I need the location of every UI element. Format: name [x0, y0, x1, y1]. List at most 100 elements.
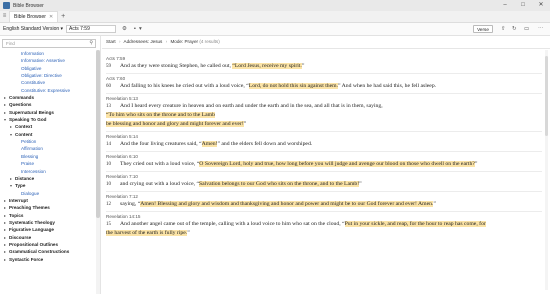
sidebar-item[interactable]: Praise: [0, 160, 97, 167]
sidebar-item[interactable]: Dialogue: [0, 190, 97, 197]
find-input[interactable]: Find ⚲: [2, 39, 96, 48]
sidebar-item-label: Blessing: [21, 153, 39, 159]
verse-text: fell down and worshiped.: [254, 141, 313, 147]
sidebar-item-label: Praise: [21, 161, 35, 167]
sidebar-item[interactable]: Informative: Assertive: [0, 57, 97, 64]
verse-text: And I heard: [120, 103, 149, 109]
sidebar-item[interactable]: Intercession: [0, 168, 97, 175]
verse-button[interactable]: Verse: [473, 25, 493, 33]
more-icon[interactable]: ⋯: [538, 25, 544, 33]
sidebar-item[interactable]: Affirmation: [0, 145, 97, 152]
sidebar-item[interactable]: ▸ Preaching Themes: [0, 204, 97, 211]
verse-number: 12: [106, 202, 111, 207]
history-icon[interactable]: ↻: [512, 25, 517, 33]
verse-number: 10: [106, 162, 111, 167]
sidebar-item-label: Dialogue: [21, 190, 40, 196]
sidebar-item[interactable]: ▸ Discourse: [0, 234, 97, 241]
sidebar-item-label: Supernatural Beings: [9, 109, 54, 115]
sidebar-item[interactable]: ▸ Grammatical Constructions: [0, 248, 97, 255]
main-scrollbar[interactable]: [545, 50, 548, 290]
verse-text: saying, “: [120, 201, 141, 207]
app-window: Bible Browser – □ ✕ ≡ Bible Browser ✕ + …: [0, 0, 550, 294]
sidebar-item-label: Intercession: [21, 168, 46, 174]
verse-text: ” And when he had said this,: [338, 83, 405, 89]
minimize-icon[interactable]: –: [496, 0, 514, 11]
maximize-icon[interactable]: □: [514, 0, 532, 11]
sidebar-item[interactable]: ▸ Figurative Language: [0, 226, 97, 233]
sidebar-item[interactable]: Obligative: Directive: [0, 72, 97, 79]
tab-label: Bible Browser: [14, 14, 47, 20]
sliders-icon[interactable]: ⚙: [122, 25, 127, 33]
verse-line: 10 and crying out with a loud voice, “Sal…: [106, 180, 362, 189]
verse-text: ”: [301, 63, 305, 69]
sidebar-item[interactable]: ▸ Commands: [0, 94, 97, 101]
search-icon[interactable]: ⚲: [89, 40, 93, 47]
sidebar-item[interactable]: ▸ Context: [0, 123, 97, 130]
tab-bar: ≡ Bible Browser ✕ +: [0, 11, 550, 23]
sidebar-item-label: Propositional Outlines: [9, 241, 59, 247]
main-scrollbar-thumb[interactable]: [545, 56, 548, 136]
results-count: (4 results): [199, 39, 220, 44]
verse-text: he fell asleep.: [404, 83, 437, 89]
sidebar-item-label: Information: [21, 51, 44, 56]
sidebar-item-label: Affirmation: [21, 146, 43, 152]
sidebar-item[interactable]: ▸ Distance: [0, 175, 97, 182]
breadcrumb-addressees[interactable]: Addressees: Jesus: [124, 39, 163, 44]
menu-icon[interactable]: ≡: [0, 10, 9, 22]
verse-text: ”: [433, 201, 436, 207]
sidebar-item[interactable]: ▸ Interrupt: [0, 197, 97, 204]
sidebar-item[interactable]: Blessing: [0, 153, 97, 160]
highlighted-text: how long: [276, 161, 299, 167]
find-placeholder: Find: [6, 41, 15, 46]
sidebar-item[interactable]: ▸ Questions: [0, 101, 97, 108]
sidebar-item[interactable]: Obligative: [0, 65, 97, 72]
main-content: Start › Addressees: Jesus › Mode: Prayer…: [102, 36, 550, 294]
sidebar-item-label: Type: [15, 183, 26, 189]
sidebar-scrollbar[interactable]: [96, 50, 100, 294]
bookmark-icon[interactable]: ▪: [134, 25, 136, 33]
sidebar-item[interactable]: ▸ Topics: [0, 212, 97, 219]
passage-separator: [106, 73, 542, 74]
sidebar-item[interactable]: Information: [0, 50, 97, 57]
sidebar-item[interactable]: ▾ Speaking To God: [0, 116, 97, 123]
close-icon[interactable]: ✕: [532, 0, 550, 11]
new-tab-icon[interactable]: +: [58, 11, 68, 22]
breadcrumb-start[interactable]: Start: [106, 39, 116, 44]
dropdown-arrow-icon[interactable]: ▾: [139, 25, 142, 33]
sidebar-item[interactable]: ▸ Syntactic Force: [0, 256, 97, 263]
sidebar-item-label: Speaking To God: [9, 117, 47, 123]
sidebar-item[interactable]: Constitutive: Expressive: [0, 87, 97, 94]
verse-line: 14 And the four living creatures said, “A…: [106, 140, 312, 149]
verse-text: every creature in heaven and on earth an…: [148, 103, 383, 109]
version-selector[interactable]: English Standard Version ▾: [3, 25, 63, 33]
verse-line: be blessing and honor and glory and migh…: [106, 120, 246, 129]
window-icon[interactable]: ▭: [524, 25, 529, 33]
toolbar: English Standard Version ▾ Acts 7:59 ⚙ ▪…: [0, 23, 550, 36]
tab-bible-browser[interactable]: Bible Browser ✕: [9, 11, 59, 22]
highlighted-text: O Sovereign Lord,: [199, 161, 244, 167]
sidebar-item[interactable]: Petition: [0, 138, 97, 145]
sidebar-item-label: Constitutive: [21, 80, 46, 86]
reference-input[interactable]: Acts 7:59: [66, 25, 116, 33]
verse-line: 15 And another angel came out of the temp…: [106, 220, 486, 229]
share-icon[interactable]: ⇧: [501, 25, 506, 33]
verse-text: And another angel: [120, 221, 164, 227]
divider: [102, 48, 550, 49]
sidebar-item-label: Interrupt: [9, 197, 28, 203]
sidebar-scrollbar-thumb[interactable]: [96, 50, 100, 218]
sidebar-item[interactable]: ▸ Propositional Outlines: [0, 241, 97, 248]
sidebar-item[interactable]: ▸ Supernatural Beings: [0, 109, 97, 116]
highlighted-text: avenge our blood on: [358, 161, 407, 167]
sidebar-item[interactable]: ▾ Type: [0, 182, 97, 189]
app-icon: [3, 2, 10, 9]
passage-separator: [106, 171, 542, 172]
sidebar-item[interactable]: Constitutive: [0, 79, 97, 86]
breadcrumb-mode[interactable]: Mode: Prayer: [170, 39, 198, 44]
verse-text: came out of the temple, calling with a l…: [163, 221, 345, 227]
sidebar-item-label: Constitutive: Expressive: [21, 87, 71, 93]
sidebar-item[interactable]: ▾ Content: [0, 131, 97, 138]
tab-close-icon[interactable]: ✕: [49, 12, 53, 22]
sidebar-item[interactable]: ▸ Systematic Theology: [0, 219, 97, 226]
sidebar-item-label: Grammatical Constructions: [9, 249, 70, 255]
sidebar-item-label: Preaching Themes: [9, 205, 50, 211]
